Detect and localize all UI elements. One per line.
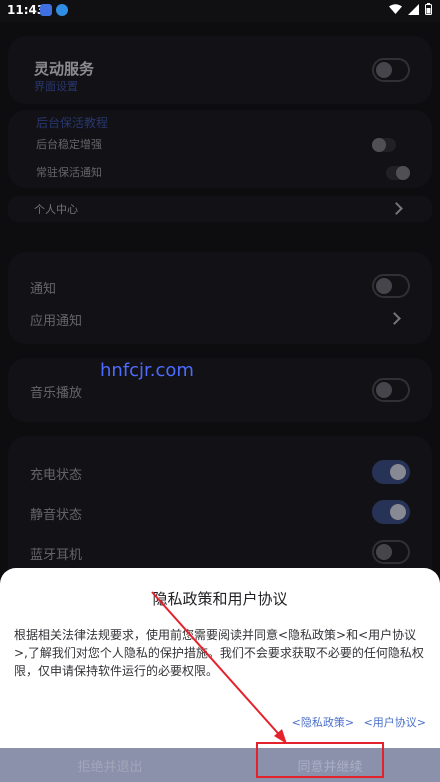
reject-exit-button[interactable]: 拒绝并退出: [0, 748, 220, 782]
download-notification-icon: [56, 4, 68, 16]
dialog-title: 隐私政策和用户协议: [152, 590, 288, 608]
privacy-policy-link[interactable]: <隐私政策>: [292, 716, 354, 729]
signal-icon: [408, 3, 419, 15]
battery-icon: [425, 3, 432, 15]
wifi-icon: [389, 3, 402, 14]
user-agreement-link[interactable]: <用户协议>: [364, 716, 426, 729]
status-bar: 11:43: [0, 0, 440, 22]
watermark-text: hnfcjr.com: [100, 360, 194, 381]
app-notification-icon: [40, 4, 52, 16]
dialog-body: 根据相关法律法规要求，使用前您需要阅读并同意<隐私政策>和<用户协议>,了解我们…: [14, 628, 424, 678]
highlight-box: [256, 742, 384, 778]
